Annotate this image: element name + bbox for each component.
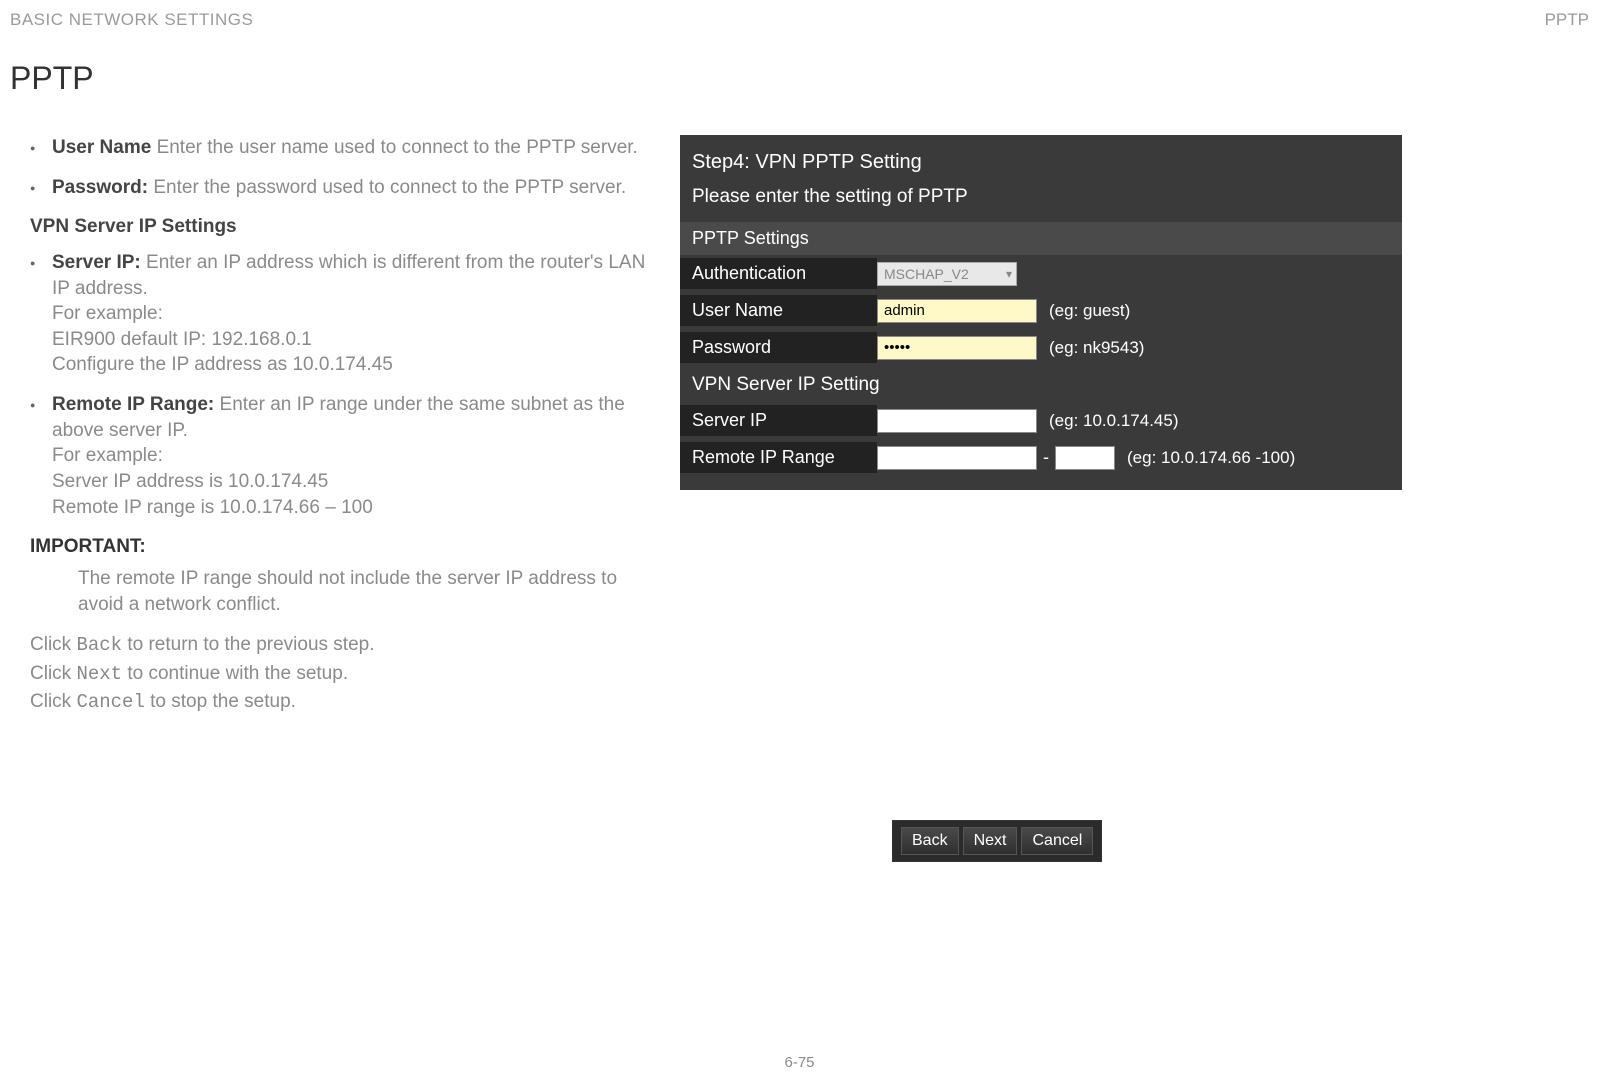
vpn-settings-panel: Step4: VPN PPTP Setting Please enter the… bbox=[680, 135, 1402, 490]
footer-line-back: Click Back to return to the previous ste… bbox=[30, 631, 650, 660]
panel-step-title: Step4: VPN PPTP Setting bbox=[680, 145, 1402, 186]
text-username: Enter the user name used to connect to t… bbox=[157, 137, 638, 158]
section-pptp-settings: PPTP Settings bbox=[680, 222, 1402, 255]
remoterange-extra-1: Server IP address is 10.0.174.45 bbox=[52, 471, 328, 492]
header-left: BASIC NETWORK SETTINGS bbox=[10, 10, 253, 30]
password-input[interactable] bbox=[877, 336, 1037, 360]
text-serverip: Enter an IP address which is different f… bbox=[52, 252, 645, 299]
label-password: Password: bbox=[52, 177, 148, 198]
serverip-hint: (eg: 10.0.174.45) bbox=[1037, 411, 1178, 431]
password-hint: (eg: nk9543) bbox=[1037, 338, 1144, 358]
label-serverip: Server IP: bbox=[52, 252, 141, 273]
range-separator: - bbox=[1037, 447, 1055, 468]
next-button[interactable]: Next bbox=[963, 827, 1018, 855]
username-input[interactable] bbox=[877, 299, 1037, 323]
bullet-username: User Name Enter the user name used to co… bbox=[30, 135, 650, 161]
footer-actions: Click Back to return to the previous ste… bbox=[30, 631, 650, 717]
text-password: Enter the password used to connect to th… bbox=[153, 177, 626, 198]
important-label: IMPORTANT: bbox=[30, 534, 650, 560]
remoterange-extra-0: For example: bbox=[52, 445, 163, 466]
page-number: 6-75 bbox=[784, 1054, 814, 1071]
back-button[interactable]: Back bbox=[901, 827, 959, 855]
cancel-button[interactable]: Cancel bbox=[1021, 827, 1093, 855]
row-username: User Name (eg: guest) bbox=[680, 292, 1402, 329]
remoterange-start-input[interactable] bbox=[877, 446, 1037, 470]
subheading-vpn-ip: VPN Server IP Settings bbox=[30, 214, 650, 240]
row-password: Password (eg: nk9543) bbox=[680, 329, 1402, 366]
bullet-serverip: Server IP: Enter an IP address which is … bbox=[30, 250, 650, 378]
chevron-down-icon: ▾ bbox=[1006, 267, 1012, 281]
row-server-ip: Server IP (eg: 10.0.174.45) bbox=[680, 402, 1402, 439]
auth-select-value: MSCHAP_V2 bbox=[884, 266, 969, 282]
page-title: PPTP bbox=[10, 60, 94, 97]
panel-prompt: Please enter the setting of PPTP bbox=[680, 186, 1402, 222]
serverip-extra-1: EIR900 default IP: 192.168.0.1 bbox=[52, 329, 312, 350]
important-text: The remote IP range should not include t… bbox=[30, 566, 650, 617]
serverip-extra-2: Configure the IP address as 10.0.174.45 bbox=[52, 354, 393, 375]
serverip-input[interactable] bbox=[877, 409, 1037, 433]
row-remote-ip-range: Remote IP Range - (eg: 10.0.174.66 -100) bbox=[680, 439, 1402, 476]
password-label: Password bbox=[680, 332, 877, 363]
remoterange-hint: (eg: 10.0.174.66 -100) bbox=[1115, 448, 1295, 468]
header-right: PPTP bbox=[1545, 10, 1589, 30]
remoterange-extra-2: Remote IP range is 10.0.174.66 – 100 bbox=[52, 497, 373, 518]
username-label: User Name bbox=[680, 295, 877, 326]
row-authentication: Authentication MSCHAP_V2 ▾ bbox=[680, 255, 1402, 292]
auth-select[interactable]: MSCHAP_V2 ▾ bbox=[877, 262, 1017, 286]
username-hint: (eg: guest) bbox=[1037, 301, 1130, 321]
bullet-password: Password: Enter the password used to con… bbox=[30, 175, 650, 201]
auth-label: Authentication bbox=[680, 258, 877, 289]
label-remoterange: Remote IP Range: bbox=[52, 394, 214, 415]
label-username: User Name bbox=[52, 137, 151, 158]
content-left: User Name Enter the user name used to co… bbox=[30, 135, 650, 717]
section-vpn-server-ip: VPN Server IP Setting bbox=[680, 366, 1402, 402]
serverip-extra-0: For example: bbox=[52, 303, 163, 324]
serverip-label: Server IP bbox=[680, 405, 877, 436]
nav-buttons: Back Next Cancel bbox=[892, 820, 1102, 862]
footer-line-next: Click Next to continue with the setup. bbox=[30, 660, 650, 689]
bullet-remoterange: Remote IP Range: Enter an IP range under… bbox=[30, 392, 650, 520]
footer-line-cancel: Click Cancel to stop the setup. bbox=[30, 688, 650, 717]
remoterange-end-input[interactable] bbox=[1055, 446, 1115, 470]
important-block: IMPORTANT: The remote IP range should no… bbox=[30, 534, 650, 617]
remoterange-label: Remote IP Range bbox=[680, 442, 877, 473]
